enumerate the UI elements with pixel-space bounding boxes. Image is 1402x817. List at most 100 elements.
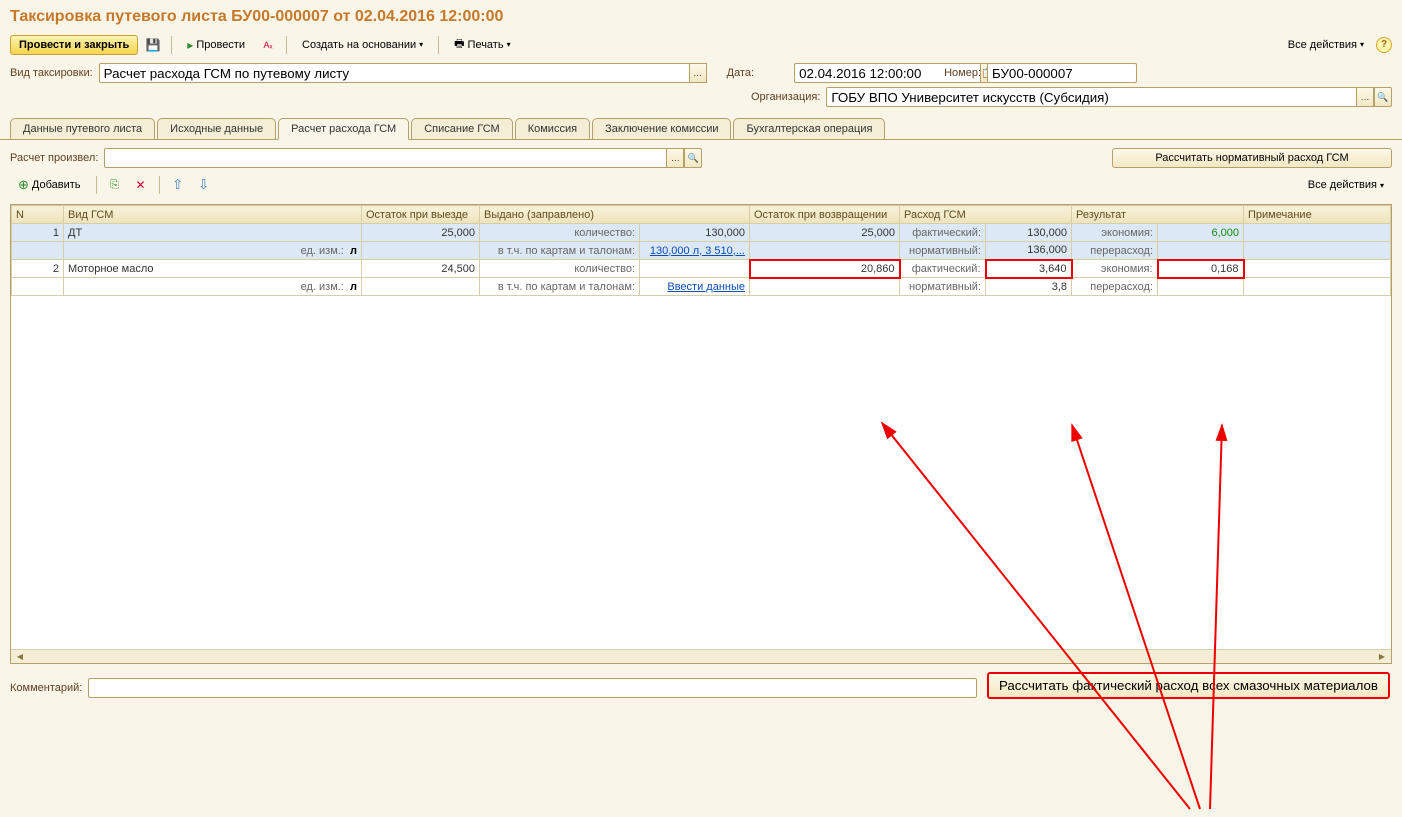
delete-icon: ✕ <box>136 178 146 192</box>
col-result[interactable]: Результат <box>1072 206 1244 224</box>
comment-input[interactable] <box>88 678 977 698</box>
main-toolbar: Провести и закрыть 💾 ▸ Провести Aₓ Созда… <box>0 30 1402 59</box>
col-fuel-type[interactable]: Вид ГСМ <box>64 206 362 224</box>
cell-note[interactable] <box>1244 260 1391 278</box>
cell-issued-qty[interactable]: 130,000 <box>640 224 750 242</box>
grid-all-actions-button[interactable]: Все действия ▾ <box>1300 176 1392 194</box>
help-button[interactable]: ? <box>1376 37 1392 53</box>
cell-unit-val: л <box>350 281 357 293</box>
fuel-table: N Вид ГСМ Остаток при выезде Выдано (зап… <box>11 205 1391 296</box>
calc-by-input[interactable] <box>104 148 666 168</box>
tab-accounting-op[interactable]: Бухгалтерская операция <box>733 118 885 140</box>
cell-return-balance[interactable]: 25,000 <box>750 224 900 242</box>
print-button[interactable]: 🖶 Печать ▾ <box>446 32 518 57</box>
select-button[interactable]: … <box>1356 87 1374 107</box>
ellipsis-icon: … <box>693 68 702 78</box>
scroll-left-icon[interactable]: ◀ <box>13 652 27 662</box>
magnifier-icon: 🔍 <box>1377 92 1388 103</box>
col-n[interactable]: N <box>12 206 64 224</box>
ellipsis-icon: … <box>1361 92 1370 102</box>
cell-cards-label: в т.ч. по картам и талонам: <box>480 278 640 296</box>
move-down-button[interactable]: ⇩ <box>193 175 215 195</box>
post-close-button[interactable]: Провести и закрыть <box>10 35 138 55</box>
cell-out-balance[interactable]: 24,500 <box>362 260 480 278</box>
cell-overrun[interactable] <box>1158 278 1244 296</box>
table-row-sub[interactable]: ед. изм.: л в т.ч. по картам и талонам: … <box>12 278 1391 296</box>
open-button[interactable]: 🔍 <box>684 148 702 168</box>
floppy-icon: 💾 <box>146 38 161 52</box>
calc-normative-button[interactable]: Рассчитать нормативный расход ГСМ <box>1112 148 1392 168</box>
calc-actual-lubricants-button[interactable]: Рассчитать фактический расход всех смазо… <box>987 672 1390 699</box>
tab-writeoff[interactable]: Списание ГСМ <box>411 118 513 140</box>
delete-row-button[interactable]: ✕ <box>130 175 152 195</box>
add-label: Добавить <box>32 179 81 191</box>
cell-economy[interactable]: 0,168 <box>1158 260 1244 278</box>
calc-by-label: Расчет произвел: <box>10 152 98 164</box>
scroll-right-icon[interactable]: ▶ <box>1375 652 1389 662</box>
cell-qty-label: количество: <box>480 260 640 278</box>
col-note[interactable]: Примечание <box>1244 206 1391 224</box>
cell-unit-val: л <box>350 245 357 257</box>
cell-return-balance[interactable]: 20,860 <box>750 260 900 278</box>
chevron-down-icon: ▾ <box>507 40 511 49</box>
org-input[interactable] <box>826 87 1356 107</box>
select-button[interactable]: … <box>689 63 707 83</box>
grid-toolbar: ⊕ Добавить ⎘ ✕ ⇧ ⇩ Все действия ▾ <box>10 170 1392 200</box>
print-label: Печать <box>468 39 504 51</box>
tab-sheet-data[interactable]: Данные путевого листа <box>10 118 155 140</box>
col-consumption[interactable]: Расход ГСМ <box>900 206 1072 224</box>
cell-economy[interactable]: 6,000 <box>1158 224 1244 242</box>
cell-norm[interactable]: 136,000 <box>986 242 1072 260</box>
all-actions-button[interactable]: Все действия ▾ <box>1280 36 1372 54</box>
cell-issued-qty[interactable] <box>640 260 750 278</box>
cell-economy-label: экономия: <box>1072 260 1158 278</box>
post-mark-button[interactable]: Aₓ <box>257 35 279 55</box>
save-button[interactable]: 💾 <box>142 35 164 55</box>
cell-overrun[interactable] <box>1158 242 1244 260</box>
enter-data-link[interactable]: Ввести данные <box>667 281 745 293</box>
issued-cards-link[interactable]: 130,000 л, 3 510,... <box>650 245 745 257</box>
horizontal-scrollbar[interactable]: ◀ ▶ <box>11 649 1391 663</box>
arrow-up-icon: ⇧ <box>172 177 183 193</box>
post-label: Провести <box>196 39 245 51</box>
select-button[interactable]: … <box>666 148 684 168</box>
cell-out-balance[interactable]: 25,000 <box>362 224 480 242</box>
tab-commission[interactable]: Комиссия <box>515 118 590 140</box>
post-button[interactable]: ▸ Провести <box>179 35 253 55</box>
tax-type-input[interactable] <box>99 63 689 83</box>
cell-norm-label: нормативный: <box>900 278 986 296</box>
cell-fact[interactable]: 130,000 <box>986 224 1072 242</box>
tab-fuel-calc[interactable]: Расчет расхода ГСМ <box>278 118 409 140</box>
col-return-balance[interactable]: Остаток при возвращении <box>750 206 900 224</box>
cell-overrun-label: перерасход: <box>1072 242 1158 260</box>
tabs: Данные путевого листа Исходные данные Ра… <box>0 111 1402 140</box>
separator <box>96 176 97 194</box>
number-input[interactable] <box>987 63 1137 83</box>
cell-note[interactable] <box>1244 224 1391 242</box>
cell-norm[interactable]: 3,8 <box>986 278 1072 296</box>
cell-n: 2 <box>12 260 64 278</box>
cell-name[interactable]: Моторное масло <box>64 260 362 278</box>
cell-name[interactable]: ДТ <box>64 224 362 242</box>
copy-row-button[interactable]: ⎘ <box>104 175 126 195</box>
table-row-sub[interactable]: ед. изм.: л в т.ч. по картам и талонам: … <box>12 242 1391 260</box>
add-row-button[interactable]: ⊕ Добавить <box>10 174 89 196</box>
cell-economy-label: экономия: <box>1072 224 1158 242</box>
table-row[interactable]: 1 ДТ 25,000 количество: 130,000 25,000 ф… <box>12 224 1391 242</box>
open-button[interactable]: 🔍 <box>1374 87 1392 107</box>
col-issued[interactable]: Выдано (заправлено) <box>480 206 750 224</box>
calc-by-row: Расчет произвел: … 🔍 Рассчитать норматив… <box>10 146 1392 170</box>
chevron-down-icon: ▾ <box>1360 40 1364 49</box>
comment-row: Комментарий: <box>0 676 987 702</box>
separator <box>286 36 287 54</box>
grid-all-actions-label: Все действия <box>1308 179 1377 191</box>
page-title: Таксировка путевого листа БУ00-000007 от… <box>0 0 1402 30</box>
create-based-button[interactable]: Создать на основании ▾ <box>294 36 431 54</box>
col-out-balance[interactable]: Остаток при выезде <box>362 206 480 224</box>
tab-source-data[interactable]: Исходные данные <box>157 118 276 140</box>
cell-fact[interactable]: 3,640 <box>986 260 1072 278</box>
move-up-button[interactable]: ⇧ <box>167 175 189 195</box>
tab-commission-conclusion[interactable]: Заключение комиссии <box>592 118 731 140</box>
tab-content: Расчет произвел: … 🔍 Рассчитать норматив… <box>0 140 1402 676</box>
table-row[interactable]: 2 Моторное масло 24,500 количество: 20,8… <box>12 260 1391 278</box>
